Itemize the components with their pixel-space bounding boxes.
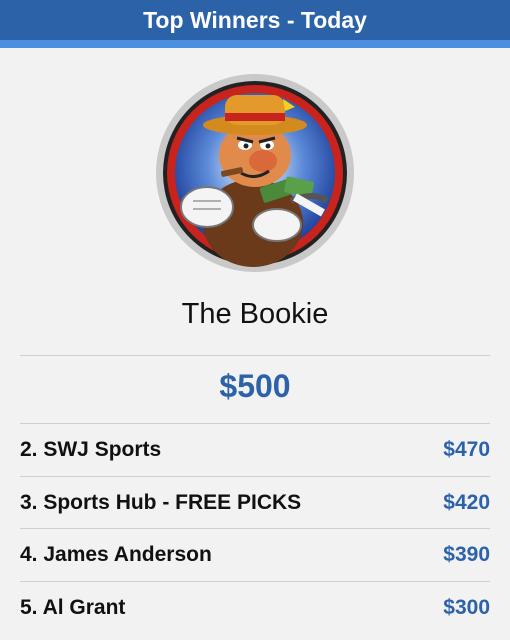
page-title: Top Winners - Today xyxy=(143,6,367,33)
header-bar: Top Winners - Today xyxy=(0,0,510,40)
divider xyxy=(20,355,490,356)
leaderboard-row[interactable]: 2. SWJ Sports $470 xyxy=(20,424,490,476)
winner-name[interactable]: The Bookie xyxy=(0,298,510,331)
bookie-mascot-icon xyxy=(156,74,354,272)
leaderboard-name: 4. James Anderson xyxy=(20,543,212,566)
leaderboard-amount: $390 xyxy=(443,543,490,566)
leaderboard-name: 2. SWJ Sports xyxy=(20,438,162,461)
leaderboard-name: 5. Al Grant xyxy=(20,596,126,619)
leaderboard-row[interactable]: 5. Al Grant $300 xyxy=(20,582,490,634)
header-accent-strip xyxy=(0,40,510,48)
leaderboard-amount: $470 xyxy=(443,438,490,461)
winner-avatar[interactable] xyxy=(155,73,355,273)
leaderboard-row[interactable]: 3. Sports Hub - FREE PICKS $420 xyxy=(20,477,490,529)
leaderboard-amount: $300 xyxy=(443,596,490,619)
leaderboard-row[interactable]: 4. James Anderson $390 xyxy=(20,529,490,581)
leaderboard-name: 3. Sports Hub - FREE PICKS xyxy=(20,491,302,514)
winner-amount: $500 xyxy=(219,368,291,404)
leaderboard-amount: $420 xyxy=(443,491,490,514)
